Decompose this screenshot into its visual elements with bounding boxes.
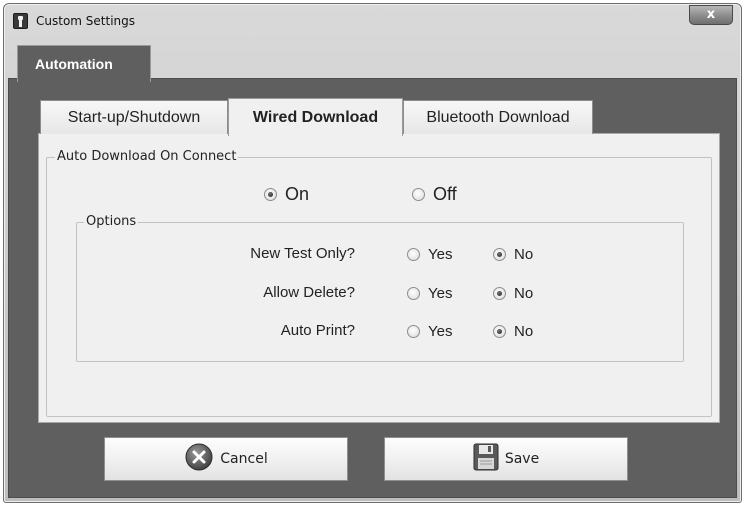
radio-indicator [407, 325, 420, 338]
radio-indicator [407, 287, 420, 300]
auto-download-off-radio[interactable]: Off [412, 184, 457, 205]
options-legend: Options [84, 214, 139, 229]
new-test-only-yes-radio[interactable]: Yes [407, 246, 452, 263]
radio-yes-label: Yes [428, 246, 453, 263]
auto-print-yes-radio[interactable]: Yes [407, 323, 452, 340]
radio-off-indicator [412, 188, 425, 201]
tab-automation[interactable]: Automation [17, 45, 151, 82]
radio-indicator [493, 287, 506, 300]
auto-print-label: Auto Print? [280, 322, 355, 339]
auto-download-legend: Auto Download On Connect [55, 149, 239, 164]
radio-no-label: No [514, 246, 534, 263]
wired-download-panel: Auto Download On Connect Options [38, 133, 720, 423]
auto-print-no-radio[interactable]: No [493, 323, 533, 340]
app-icon [13, 13, 28, 29]
cancel-label: Cancel [220, 451, 268, 467]
auto-download-on-radio[interactable]: On [264, 184, 309, 205]
radio-on-label: On [285, 184, 310, 204]
save-button[interactable]: Save [384, 437, 628, 481]
tab-bluetooth-download[interactable]: Bluetooth Download [403, 100, 593, 134]
allow-delete-no-radio[interactable]: No [493, 285, 533, 302]
new-test-only-no-radio[interactable]: No [493, 246, 533, 263]
floppy-disk-icon [473, 443, 499, 475]
cancel-x-icon [184, 442, 214, 476]
radio-yes-label: Yes [428, 323, 453, 340]
close-button[interactable]: x [689, 5, 733, 25]
radio-indicator [493, 248, 506, 261]
radio-no-label: No [514, 323, 534, 340]
radio-yes-label: Yes [428, 285, 453, 302]
tab-wired-download[interactable]: Wired Download [228, 98, 403, 136]
radio-on-indicator [264, 188, 277, 201]
radio-off-label: Off [433, 184, 457, 204]
new-test-only-label: New Test Only? [250, 245, 355, 262]
window-title: Custom Settings [36, 14, 136, 28]
save-label: Save [504, 451, 540, 467]
cancel-button[interactable]: Cancel [104, 437, 348, 481]
radio-no-label: No [514, 285, 534, 302]
allow-delete-yes-radio[interactable]: Yes [407, 285, 452, 302]
radio-indicator [407, 248, 420, 261]
radio-indicator [493, 325, 506, 338]
tab-startup-shutdown[interactable]: Start-up/Shutdown [40, 100, 228, 134]
title-bar[interactable]: Custom Settings x [4, 4, 741, 38]
allow-delete-label: Allow Delete? [263, 284, 355, 301]
